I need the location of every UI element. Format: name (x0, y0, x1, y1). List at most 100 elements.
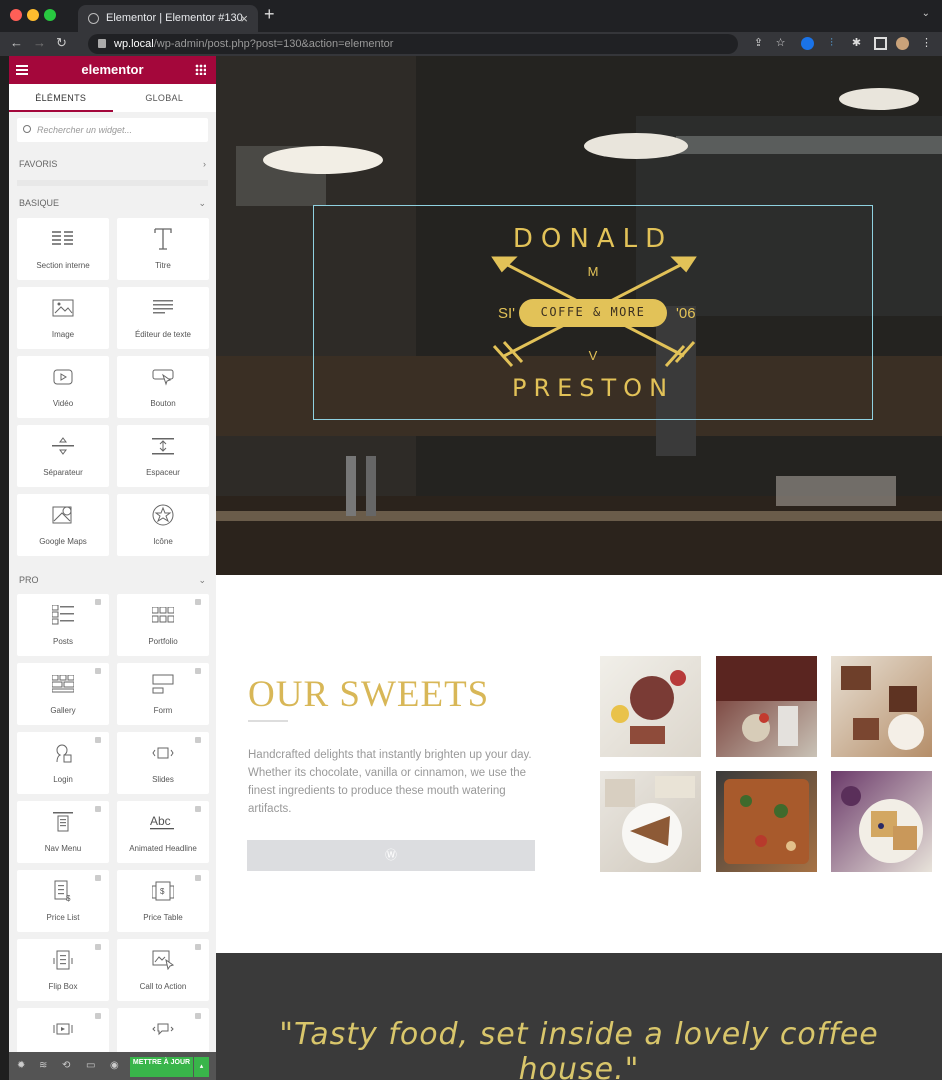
puzzle-icon[interactable]: ✱ (850, 37, 863, 50)
testimonial-icon (117, 1017, 209, 1041)
widget-label: Price List (46, 913, 80, 922)
chevron-down-icon[interactable]: ⌄ (922, 8, 930, 19)
gallery-photo[interactable] (831, 771, 932, 872)
category-pro[interactable]: PRO ⌄ (9, 564, 216, 594)
flip-box-icon (17, 948, 109, 972)
widget-price-list[interactable]: $ Price List (17, 870, 109, 932)
extension-bars-icon[interactable]: ⫶ (825, 37, 838, 50)
gallery-photo[interactable] (600, 771, 701, 872)
widget-map[interactable]: Google Maps (17, 494, 109, 556)
text-editor-icon (117, 296, 209, 320)
pro-lock-icon (195, 599, 201, 605)
widget-slides[interactable]: Slides (117, 732, 209, 794)
widget-heading[interactable]: Titre (117, 218, 209, 280)
media-carousel-icon (17, 1017, 109, 1041)
widget-gallery[interactable]: Gallery (17, 663, 109, 725)
svg-text:$: $ (160, 887, 165, 896)
animated-headline-icon: Abc (117, 810, 209, 834)
wordpress-widget-placeholder[interactable]: Ⓦ (247, 840, 535, 871)
widget-login[interactable]: Login (17, 732, 109, 794)
settings-icon[interactable]: ✹ (17, 1060, 25, 1071)
elementor-logo: elementor (81, 62, 144, 77)
sidepanel-icon[interactable] (874, 37, 887, 50)
heading-icon (117, 227, 209, 251)
waffles-image (841, 786, 923, 863)
title-divider (248, 720, 288, 722)
tab-global[interactable]: GLOBAL (113, 84, 217, 112)
widget-price-table[interactable]: $ Price Table (117, 870, 209, 932)
logo-letter-v: V (588, 348, 598, 363)
gallery-photo[interactable] (600, 656, 701, 757)
update-options-button[interactable]: ▴ (194, 1057, 209, 1077)
widget-label: Section interne (36, 261, 90, 270)
history-icon[interactable]: ⟲ (62, 1060, 70, 1071)
widget-call-to-action[interactable]: Call to Action (117, 939, 209, 1001)
widget-divider[interactable]: Séparateur (17, 425, 109, 487)
widget-label: Icône (153, 537, 173, 546)
category-favoris[interactable]: FAVORIS › (9, 148, 216, 180)
widget-spacer[interactable]: Espaceur (117, 425, 209, 487)
widget-posts[interactable]: Posts (17, 594, 109, 656)
close-tab-icon[interactable]: × (240, 5, 248, 32)
extension-icon[interactable] (801, 37, 814, 50)
portfolio-icon (117, 603, 209, 627)
sweets-title[interactable]: OUR SWEETS (248, 673, 489, 716)
update-button[interactable]: METTRE À JOUR (130, 1057, 193, 1077)
cake-plate-image (605, 776, 695, 863)
widget-flip-box[interactable]: Flip Box (17, 939, 109, 1001)
pro-lock-icon (95, 668, 101, 674)
minimize-window-button[interactable] (27, 9, 39, 21)
bookmark-star-icon[interactable]: ☆ (774, 37, 787, 50)
gallery-photo[interactable] (831, 656, 932, 757)
widget-image[interactable]: Image (17, 287, 109, 349)
widget-animated-headline[interactable]: Abc Animated Headline (117, 801, 209, 863)
widget-search-input[interactable]: Rechercher un widget... (17, 118, 208, 142)
pro-lock-icon (195, 806, 201, 812)
quote-text[interactable]: "Tasty food, set inside a lovely coffee … (216, 1017, 942, 1080)
divider (17, 180, 208, 186)
gallery-photo[interactable] (716, 656, 817, 757)
gallery-photo[interactable] (716, 771, 817, 872)
posts-icon (17, 603, 109, 627)
widget-columns[interactable]: Section interne (17, 218, 109, 280)
close-window-button[interactable] (10, 9, 22, 21)
new-tab-button[interactable]: + (264, 4, 275, 25)
widget-video[interactable]: Vidéo (17, 356, 109, 418)
preview-eye-icon[interactable]: ◉ (110, 1060, 119, 1071)
lock-icon (98, 39, 106, 48)
widget-form[interactable]: Form (117, 663, 209, 725)
logo-image-box[interactable]: DONALD M SI' COFFE & MORE '06 V PRESTON (313, 205, 873, 420)
widget-label: Portfolio (148, 637, 178, 646)
browser-tab[interactable]: Elementor | Elementor #130 × (78, 5, 258, 32)
category-basique[interactable]: BASIQUE ⌄ (9, 192, 216, 218)
button-icon (117, 365, 209, 389)
avatar[interactable] (896, 37, 909, 50)
navigator-icon[interactable]: ≋ (39, 1060, 47, 1071)
share-icon[interactable]: ⇪ (752, 37, 765, 50)
logo-top-word: DONALD (512, 224, 674, 254)
browser-toolbar: ← → ↻ wp.local/wp-admin/post.php?post=13… (0, 32, 942, 56)
widget-nav-menu[interactable]: Nav Menu (17, 801, 109, 863)
price-table-icon: $ (117, 879, 209, 903)
quote-section: "Tasty food, set inside a lovely coffee … (216, 953, 942, 1080)
reload-icon[interactable]: ↻ (56, 35, 67, 51)
more-menu-icon[interactable]: ⋮ (920, 37, 933, 50)
forward-icon[interactable]: → (33, 35, 46, 50)
maximize-window-button[interactable] (44, 9, 56, 21)
widget-label: Call to Action (139, 982, 187, 991)
responsive-icon[interactable]: ▭ (86, 1060, 95, 1071)
chevron-right-icon: › (203, 159, 206, 169)
widget-portfolio[interactable]: Portfolio (117, 594, 209, 656)
widget-button[interactable]: Bouton (117, 356, 209, 418)
call-to-action-icon (117, 948, 209, 972)
tab-elements[interactable]: ÉLÉMENTS (9, 84, 113, 112)
logo-left-text: SI' (498, 305, 516, 322)
back-icon[interactable]: ← (10, 35, 23, 50)
widget-star[interactable]: Icône (117, 494, 209, 556)
sweets-description[interactable]: Handcrafted delights that instantly brig… (248, 746, 538, 818)
hero-section[interactable]: DONALD M SI' COFFE & MORE '06 V PRESTON (216, 56, 942, 575)
widget-text-editor[interactable]: Éditeur de texte (117, 287, 209, 349)
apps-grid-icon[interactable] (195, 64, 206, 75)
panel-header: elementor (9, 56, 216, 84)
address-bar[interactable]: wp.local/wp-admin/post.php?post=130&acti… (88, 34, 738, 54)
